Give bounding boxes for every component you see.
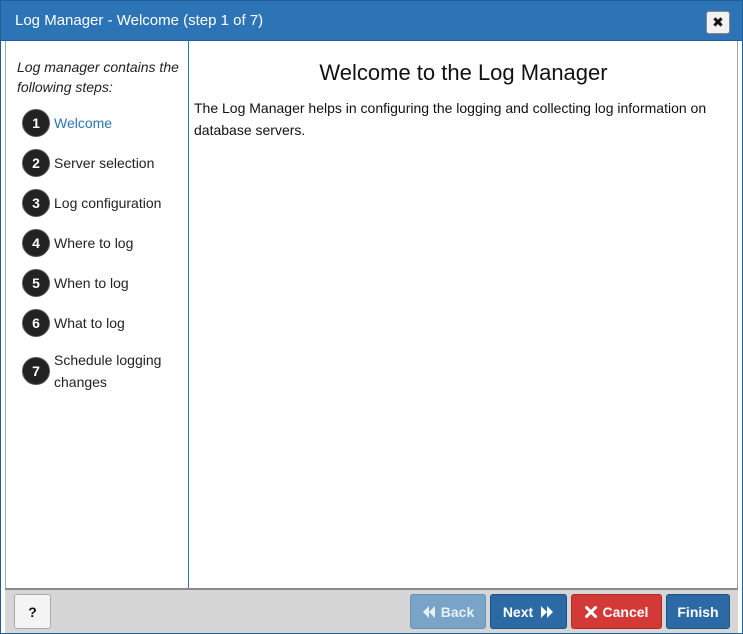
step-welcome[interactable]: 1 Welcome: [22, 109, 174, 137]
step-label: Welcome: [54, 115, 113, 131]
title-bar: Log Manager - Welcome (step 1 of 7) ✖: [1, 1, 742, 41]
step-what-to-log[interactable]: 6 What to log: [22, 309, 174, 337]
steps-sidebar: Log manager contains the following steps…: [6, 41, 189, 588]
back-label: Back: [440, 603, 475, 620]
button-bar: ? Back Next Cancel Finish: [5, 588, 738, 633]
help-button[interactable]: ?: [14, 594, 51, 629]
step-number-badge: 1: [22, 109, 50, 137]
x-icon: [584, 605, 597, 618]
step-server-selection[interactable]: 2 Server selection: [22, 149, 174, 177]
close-button[interactable]: ✖: [706, 11, 730, 34]
cancel-label: Cancel: [602, 603, 649, 620]
step-label: Where to log: [54, 235, 134, 251]
step-label: Log configuration: [54, 195, 162, 211]
step-label: Schedule logging changes: [54, 352, 162, 390]
close-icon: ✖: [712, 14, 724, 30]
step-number-badge: 2: [22, 149, 50, 177]
step-when-to-log[interactable]: 5 When to log: [22, 269, 174, 297]
next-label: Next: [502, 603, 534, 620]
double-chevron-right-icon: [540, 605, 554, 618]
step-number-badge: 7: [22, 357, 50, 385]
main-panel: Welcome to the Log Manager The Log Manag…: [190, 41, 737, 588]
step-label: What to log: [54, 315, 125, 331]
double-chevron-left-icon: [422, 605, 436, 618]
step-schedule-logging-changes[interactable]: 7 Schedule logging changes: [22, 349, 166, 393]
step-label: Server selection: [54, 155, 155, 171]
step-number-badge: 4: [22, 229, 50, 257]
cancel-button[interactable]: Cancel: [571, 594, 662, 629]
step-number-badge: 5: [22, 269, 50, 297]
step-label: When to log: [54, 275, 129, 291]
step-log-configuration[interactable]: 3 Log configuration: [22, 189, 174, 217]
step-number-badge: 6: [22, 309, 50, 337]
window-title: Log Manager - Welcome (step 1 of 7): [15, 12, 264, 29]
back-button[interactable]: Back: [410, 594, 486, 629]
finish-label: Finish: [677, 603, 719, 620]
content-area: Log manager contains the following steps…: [5, 41, 738, 588]
next-button[interactable]: Next: [490, 594, 567, 629]
page-description: The Log Manager helps in configuring the…: [194, 100, 707, 138]
step-where-to-log[interactable]: 4 Where to log: [22, 229, 174, 257]
log-manager-dialog: Log Manager - Welcome (step 1 of 7) ✖ Lo…: [0, 0, 743, 634]
help-label: ?: [28, 603, 37, 620]
finish-button[interactable]: Finish: [666, 594, 730, 629]
page-title: Welcome to the Log Manager: [319, 60, 608, 85]
step-number-badge: 3: [22, 189, 50, 217]
sidebar-intro: Log manager contains the following steps…: [17, 59, 179, 95]
